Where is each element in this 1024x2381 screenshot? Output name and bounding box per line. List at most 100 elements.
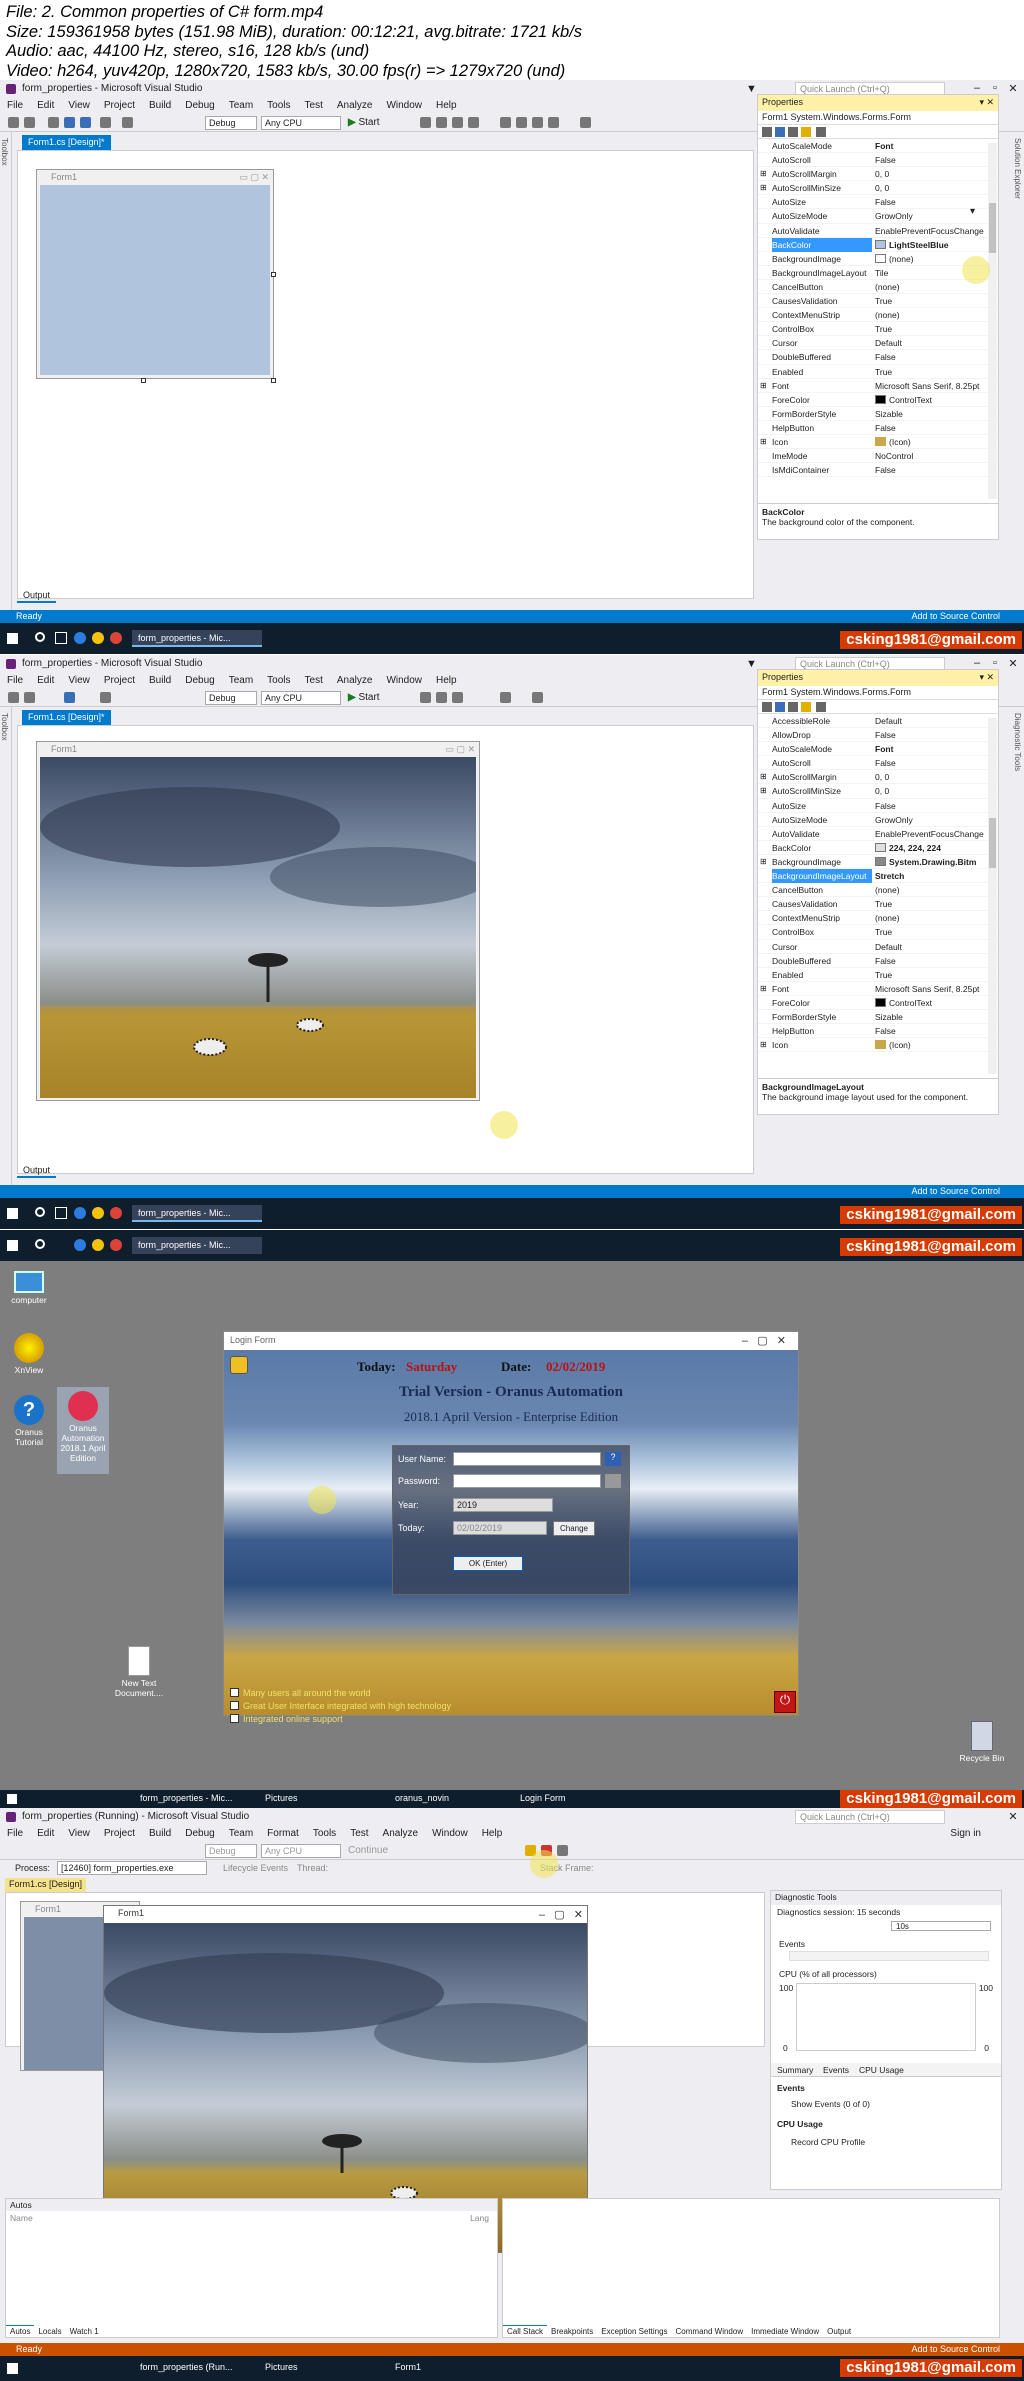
folder-icon[interactable] (92, 1239, 104, 1251)
toolbar-icon[interactable] (436, 692, 447, 703)
new-project-icon[interactable] (48, 117, 59, 128)
property-scrollbar[interactable] (988, 718, 997, 1074)
property-value-cell[interactable]: False (875, 728, 987, 742)
feature-checkbox[interactable]: Great User Interface integrated with hig… (230, 1701, 451, 1711)
property-value-cell[interactable]: False (875, 463, 987, 477)
categorized-icon[interactable] (762, 127, 772, 137)
property-row[interactable]: ⊞ Icon (Icon) (758, 1038, 998, 1053)
scroll-thumb[interactable] (989, 203, 996, 253)
edge-icon[interactable] (74, 1207, 86, 1219)
property-pages-icon[interactable] (816, 702, 826, 712)
forward-icon[interactable] (24, 117, 35, 128)
menu-window[interactable]: Window (379, 673, 429, 688)
properties-icon[interactable] (788, 702, 798, 712)
property-value-cell[interactable]: 224, 224, 224 (875, 841, 987, 855)
platform-select[interactable]: Any CPU (261, 691, 341, 705)
menu-test[interactable]: Test (343, 1826, 375, 1841)
property-value-cell[interactable]: ControlText (875, 393, 987, 407)
property-row[interactable]: AutoValidate EnablePreventFocusChange (758, 224, 998, 238)
expand-icon[interactable]: ⊞ (760, 855, 767, 869)
property-value-cell[interactable]: False (875, 153, 987, 167)
task-view-icon[interactable] (55, 1207, 67, 1219)
redo-icon[interactable] (122, 117, 133, 128)
undo-icon[interactable] (100, 692, 111, 703)
taskbar-item-pictures[interactable]: Pictures (265, 2362, 298, 2372)
expand-icon[interactable]: ⊞ (760, 1038, 767, 1052)
property-row[interactable]: Cursor Default (758, 336, 998, 351)
edge-icon[interactable] (74, 632, 86, 644)
property-value-cell[interactable]: EnablePreventFocusChange (875, 224, 987, 238)
tab-events[interactable]: Events (823, 2065, 849, 2075)
scroll-thumb[interactable] (989, 818, 996, 868)
property-value-cell[interactable]: Default (875, 336, 987, 350)
property-row[interactable]: AutoScaleMode Font (758, 139, 998, 154)
maximize-icon[interactable]: ▫ (988, 82, 1002, 94)
property-row[interactable]: ⊞ Font Microsoft Sans Serif, 8.25pt (758, 379, 998, 393)
toolbar-icon[interactable] (532, 117, 543, 128)
feature-checkbox[interactable]: Integrated online support (230, 1714, 343, 1724)
property-value-cell[interactable]: (none) (875, 308, 987, 322)
menu-edit[interactable]: Edit (30, 1826, 61, 1841)
property-row[interactable]: Cursor Default (758, 940, 998, 954)
year-select[interactable]: 2019 (453, 1498, 553, 1512)
taskbar-item-vs[interactable]: form_properties - Mic... (140, 1793, 233, 1803)
property-row[interactable]: AutoSizeMode GrowOnly (758, 209, 998, 224)
undo-icon[interactable] (100, 117, 111, 128)
property-row[interactable]: AllowDrop False (758, 728, 998, 743)
configuration-select[interactable]: Debug (205, 116, 257, 130)
menu-window[interactable]: Window (425, 1826, 475, 1841)
right-strip[interactable]: Solution Explorer (1012, 132, 1024, 638)
property-row[interactable]: DoubleBuffered False (758, 350, 998, 365)
search-icon[interactable] (35, 1239, 45, 1249)
property-row[interactable]: FormBorderStyle Sizable (758, 1010, 998, 1025)
menu-test[interactable]: Test (298, 673, 330, 688)
tab-output[interactable]: Output (823, 2326, 855, 2337)
property-row[interactable]: HelpButton False (758, 421, 998, 435)
menu-edit[interactable]: Edit (30, 98, 61, 113)
continue-button[interactable]: Continue (348, 1845, 388, 1856)
property-value-cell[interactable]: Sizable (875, 407, 987, 421)
property-value-cell[interactable]: 0, 0 (875, 167, 987, 181)
tab-autos[interactable]: Autos (6, 2325, 35, 2337)
restart-icon[interactable] (557, 1845, 568, 1856)
search-icon[interactable] (35, 632, 45, 642)
lifecycle-events[interactable]: Lifecycle Events (223, 1863, 288, 1873)
start-button[interactable]: ▶ Start (348, 692, 380, 703)
property-row[interactable]: IsMdiContainer False (758, 463, 998, 478)
property-value-cell[interactable]: True (875, 968, 987, 982)
expand-icon[interactable]: ⊞ (760, 784, 767, 798)
toolbar-icon[interactable] (532, 692, 543, 703)
power-icon[interactable]: ⏻ (774, 1691, 796, 1713)
property-value-cell[interactable]: 0, 0 (875, 784, 987, 798)
tab-immediate-window[interactable]: Immediate Window (747, 2326, 823, 2337)
menu-help[interactable]: Help (475, 1826, 510, 1841)
task-view-icon[interactable] (55, 632, 67, 644)
property-row[interactable]: ControlBox True (758, 322, 998, 337)
property-value-cell[interactable]: True (875, 925, 987, 939)
menu-view[interactable]: View (61, 1826, 97, 1841)
menu-project[interactable]: Project (97, 673, 142, 688)
menu-tools[interactable]: Tools (260, 98, 297, 113)
property-row[interactable]: ⊞ AutoScrollMinSize 0, 0 (758, 181, 998, 196)
menu-analyze[interactable]: Analyze (330, 673, 380, 688)
windows-start-icon[interactable] (7, 1794, 17, 1804)
property-value-cell[interactable]: Sizable (875, 1010, 987, 1024)
folder-icon[interactable] (92, 1207, 104, 1219)
property-row[interactable]: HelpButton False (758, 1024, 998, 1039)
property-row[interactable]: BackColor LightSteelBlue (758, 237, 998, 252)
property-value-cell[interactable]: Default (875, 940, 987, 954)
add-to-source-control[interactable]: Add to Source Control (911, 611, 1000, 621)
toolbar-icon[interactable] (500, 117, 511, 128)
edge-icon[interactable] (74, 1239, 86, 1251)
menu-file[interactable]: File (0, 673, 30, 688)
menu-edit[interactable]: Edit (30, 673, 61, 688)
expand-icon[interactable]: ⊞ (760, 379, 767, 393)
quick-launch-input[interactable]: Quick Launch (Ctrl+Q) (795, 1810, 945, 1824)
configuration-select[interactable]: Debug (205, 691, 257, 705)
platform-select[interactable]: Any CPU (261, 116, 341, 130)
taskbar-item-vs[interactable]: form_properties (Run... (140, 2362, 233, 2372)
menu-help[interactable]: Help (429, 673, 464, 688)
property-value-cell[interactable]: False (875, 350, 987, 364)
add-to-source-control[interactable]: Add to Source Control (911, 1186, 1000, 1196)
property-row[interactable]: BackColor 224, 224, 224 (758, 841, 998, 855)
